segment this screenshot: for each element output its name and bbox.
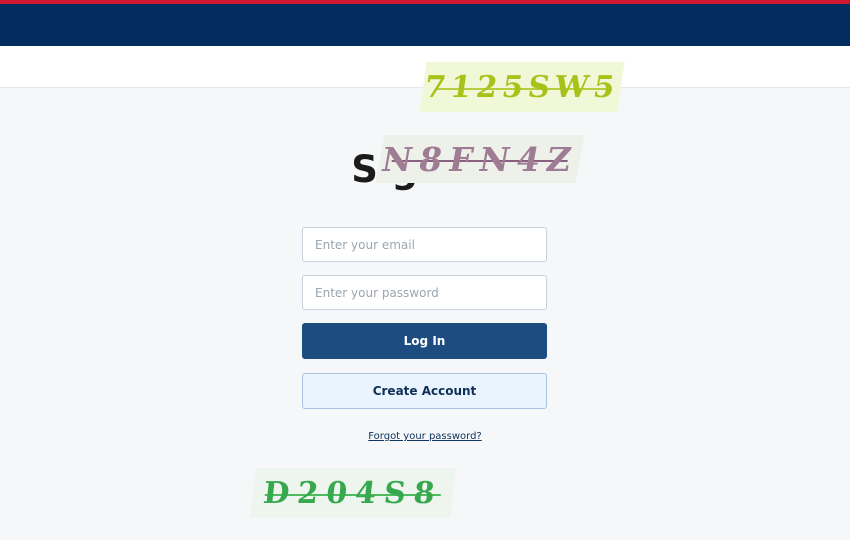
captcha-text: N8FN4Z [378,139,582,179]
captcha-image: D204S8 [250,468,456,518]
create-account-button-label: Create Account [372,384,477,398]
captcha-text: D204S8 [261,475,445,511]
create-account-button[interactable]: Create Account [302,373,547,409]
email-field[interactable] [302,227,547,262]
log-in-button[interactable]: Log In [302,323,547,359]
log-in-button-label: Log In [403,334,446,348]
password-field[interactable] [302,275,547,310]
captcha-image: 7125SW5 [419,62,625,112]
captcha-image: N8FN4Z [375,135,585,183]
captcha-text: 7125SW5 [422,69,622,105]
forgot-password-link[interactable]: Forgot your password? [0,431,850,442]
top-navbar [0,4,850,46]
